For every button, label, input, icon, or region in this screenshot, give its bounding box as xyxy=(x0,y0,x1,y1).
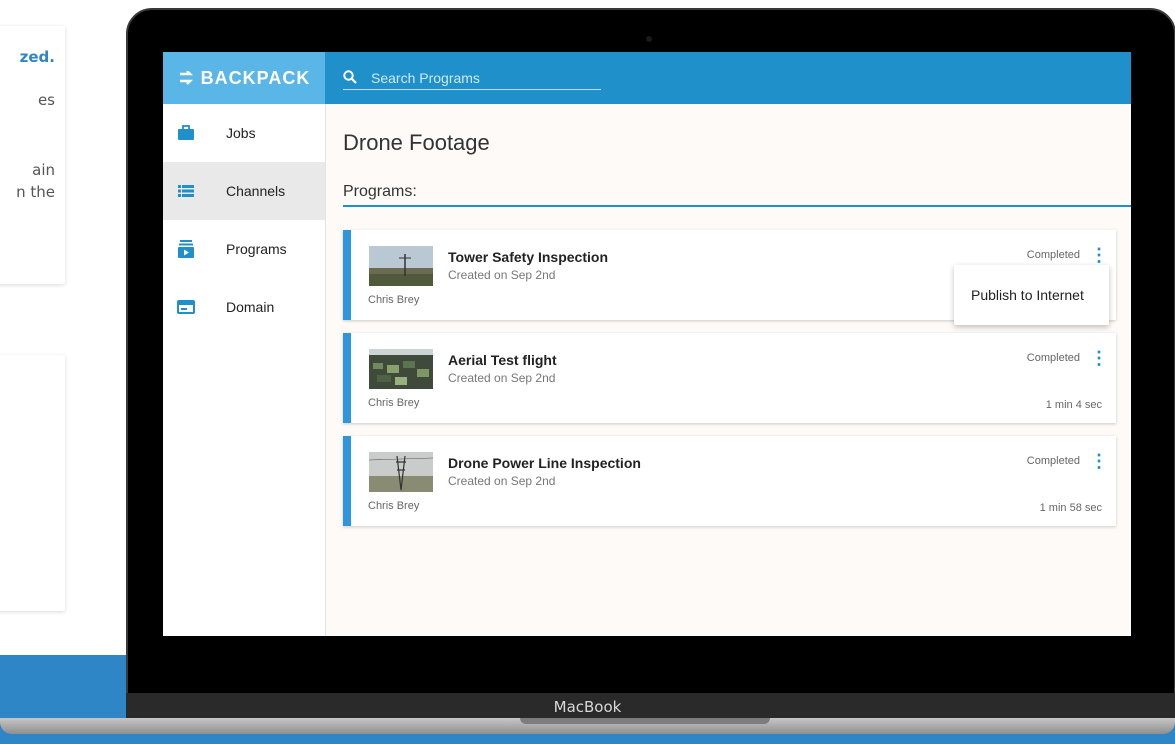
more-options-icon[interactable]: ⋮ xyxy=(1090,347,1108,369)
search-icon[interactable] xyxy=(343,69,361,87)
program-title: Drone Power Line Inspection xyxy=(448,455,641,471)
section-heading: Programs: xyxy=(343,183,417,200)
sidebar-item-domain[interactable]: Domain xyxy=(163,278,325,336)
page-title: Drone Footage xyxy=(343,130,490,155)
sidebar-item-label: Channels xyxy=(226,183,286,199)
context-menu: Publish to Internet xyxy=(954,265,1109,325)
section-divider xyxy=(343,205,1131,207)
program-card[interactable]: Drone Power Line Inspection Created on S… xyxy=(343,436,1116,526)
sidebar: Jobs Channels Programs Domain xyxy=(163,104,326,636)
marketing-card: zed. es ain n the xyxy=(0,26,65,284)
program-owner: Chris Brey xyxy=(368,397,420,409)
window-icon xyxy=(177,299,195,315)
top-bar: BACKPACK xyxy=(163,52,1131,104)
sidebar-item-channels[interactable]: Channels xyxy=(163,162,325,220)
list-icon xyxy=(177,183,195,199)
program-owner: Chris Brey xyxy=(368,294,420,306)
search-bar xyxy=(343,67,601,90)
app-logo-text: BACKPACK xyxy=(200,67,311,88)
marketing-text: zed. xyxy=(19,48,55,66)
program-duration: 1 min 58 sec xyxy=(1039,502,1102,514)
sidebar-item-label: Domain xyxy=(226,299,275,315)
sidebar-item-jobs[interactable]: Jobs xyxy=(163,104,325,162)
program-created: Created on Sep 2nd xyxy=(448,371,556,385)
sidebar-item-programs[interactable]: Programs xyxy=(163,220,325,278)
marketing-text: es xyxy=(37,91,55,109)
logo-icon xyxy=(179,71,193,85)
program-title: Aerial Test flight xyxy=(448,352,557,368)
program-thumbnail xyxy=(369,349,433,389)
app-logo[interactable]: BACKPACK xyxy=(163,52,325,104)
program-thumbnail xyxy=(369,452,433,492)
program-thumbnail xyxy=(369,246,433,286)
camera-icon xyxy=(646,36,652,42)
program-owner: Chris Brey xyxy=(368,500,420,512)
search-input[interactable] xyxy=(361,70,601,86)
device-brand: MacBook xyxy=(553,698,622,716)
more-options-icon[interactable]: ⋮ xyxy=(1090,244,1108,266)
sidebar-item-label: Programs xyxy=(226,241,287,257)
marketing-card-secondary xyxy=(0,355,65,611)
menu-item-publish[interactable]: Publish to Internet xyxy=(971,287,1084,303)
sidebar-item-label: Jobs xyxy=(226,125,256,141)
program-created: Created on Sep 2nd xyxy=(448,268,556,282)
status-badge: Completed xyxy=(1026,352,1080,364)
program-duration: 1 min 4 sec xyxy=(1045,399,1102,411)
program-title: Tower Safety Inspection xyxy=(448,249,608,265)
briefcase-icon xyxy=(177,125,195,141)
app-screen: BACKPACK Jobs Channels Programs xyxy=(163,52,1131,636)
more-options-icon[interactable]: ⋮ xyxy=(1090,450,1108,472)
status-badge: Completed xyxy=(1026,249,1080,261)
laptop-notch xyxy=(520,718,770,724)
status-badge: Completed xyxy=(1026,455,1080,467)
main-content: Drone Footage Programs: Tower Safety Ins… xyxy=(326,104,1131,636)
programs-icon xyxy=(177,240,195,258)
marketing-text: n the xyxy=(16,183,55,201)
marketing-text: ain xyxy=(32,161,55,179)
program-card[interactable]: Aerial Test flight Created on Sep 2nd Ch… xyxy=(343,333,1116,423)
program-created: Created on Sep 2nd xyxy=(448,474,556,488)
